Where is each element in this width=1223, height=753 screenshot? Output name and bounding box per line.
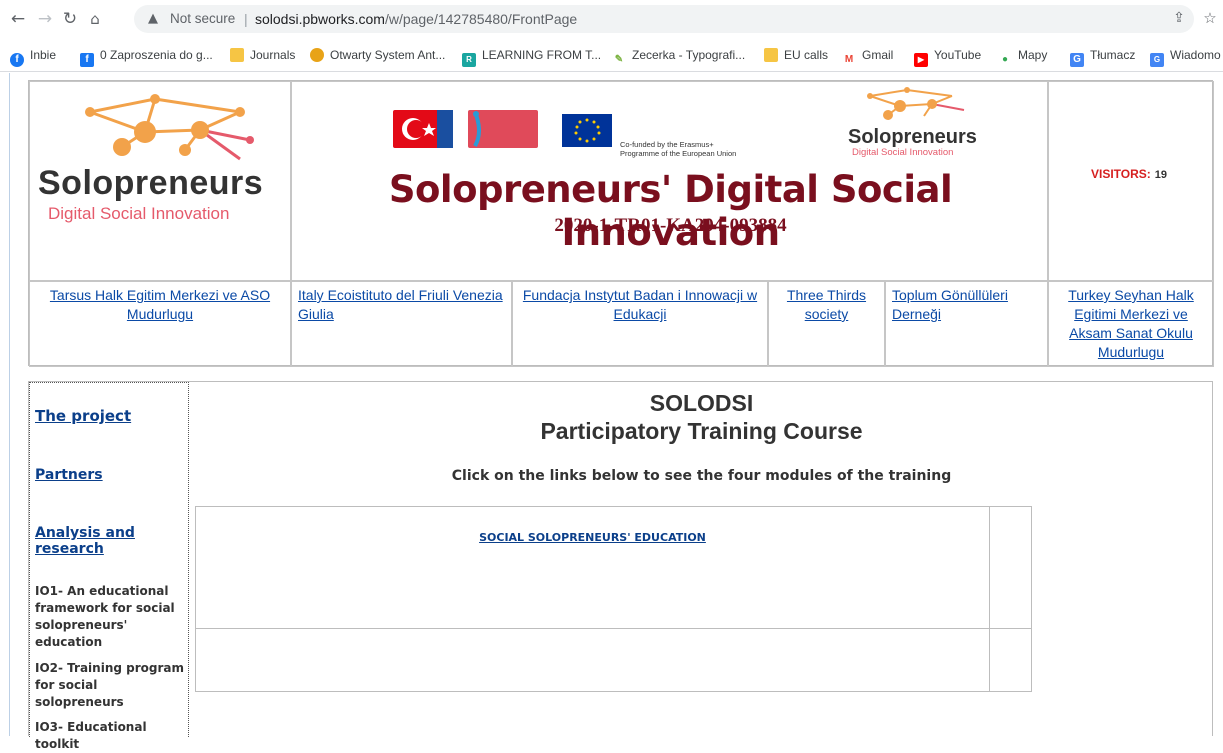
home-icon[interactable]: ⌂ [85, 9, 105, 29]
bookmark-wiadomosci[interactable]: G Wiadomo [1150, 47, 1221, 67]
url-text[interactable]: solodsi.pbworks.com/w/page/142785480/Fro… [255, 11, 577, 27]
partner-link-toplum[interactable]: Toplum Gönüllüleri Derneği [892, 287, 1008, 322]
bookmark-label: EU calls [784, 48, 829, 62]
banner-logo-wordmark: Solopreneurs [848, 126, 977, 148]
content-table: The project Partners Analysis and resear… [28, 381, 1213, 751]
bookmark-label: Wiadomo [1170, 48, 1221, 62]
banner-title: Solopreneurs' Digital Social Innovation [388, 168, 953, 254]
sidebar-item-io2: IO2- Training program for social solopre… [35, 661, 184, 709]
bookmark-label: 0 Zaproszenia do g... [100, 48, 213, 62]
reload-icon[interactable]: ↻ [60, 9, 80, 29]
module-link-social-solopreneurs-education[interactable]: SOCIAL SOLOPRENEURS' EDUCATION [196, 531, 989, 544]
sidebar-link-the-project[interactable]: The project [35, 407, 131, 425]
logo-wordmark: Solopreneurs [38, 164, 264, 202]
partner-link-ecoistituto[interactable]: Italy Ecoistituto del Friuli Venezia Giu… [298, 287, 503, 322]
browser-toolbar: ← → ↻ ⌂ ▲ Not secure | solodsi.pbworks.c… [0, 0, 1223, 38]
visitors-counter: VISITORS: 19 [1091, 167, 1167, 181]
page-left-border [9, 73, 10, 736]
national-agency-logo-icon [468, 110, 538, 148]
sidebar-item-io1: IO1- An educational framework for social… [35, 584, 175, 649]
partner-cell: Toplum Gönüllüleri Derneği [885, 281, 1048, 367]
separator: | [244, 11, 248, 27]
partner-link-three-thirds[interactable]: Three Thirds society [787, 287, 866, 322]
visitors-count: 19 [1154, 169, 1168, 181]
bookmark-label: Otwarty System Ant... [330, 48, 446, 62]
address-bar[interactable]: ▲ Not secure | solodsi.pbworks.com/w/pag… [134, 5, 1194, 33]
visitors-cell: VISITORS: 19 [1048, 81, 1214, 281]
turkey-flag-icon [393, 110, 453, 148]
bookmarks-bar: f Inbie f 0 Zaproszenia do g... Journals O… [0, 38, 1223, 72]
partner-link-seyhan[interactable]: Turkey Seyhan Halk Egitimi Merkezi ve Ak… [1068, 287, 1194, 360]
bookmark-eu-calls[interactable]: EU calls [764, 47, 828, 63]
solopreneurs-logo: Solopreneurs Digital Social Innovation [29, 81, 291, 281]
bookmark-label: YouTube [934, 48, 982, 62]
sidebar-link-partners[interactable]: Partners [35, 467, 103, 483]
eu-flag-icon [562, 114, 612, 147]
partner-link-tarsus[interactable]: Tarsus Halk Egitim Merkezi ve ASO Mudurl… [50, 287, 270, 322]
module-row: SOCIAL SOLOPRENEURS' EDUCATION [196, 507, 1031, 629]
facebook-square-icon: f [80, 53, 94, 67]
partner-cell: Tarsus Halk Egitim Merkezi ve ASO Mudurl… [29, 281, 291, 367]
bookmark-inbie[interactable]: f Inbie [10, 47, 57, 67]
translate-icon: G [1070, 53, 1084, 67]
partner-cell: Italy Ecoistituto del Friuli Venezia Giu… [291, 281, 512, 367]
bookmark-learning[interactable]: R LEARNING FROM T... [462, 47, 602, 67]
bookmark-label: Gmail [862, 48, 894, 62]
folder-icon [764, 48, 778, 62]
bookmark-label: Inbie [30, 48, 57, 62]
gmail-icon: M [842, 53, 856, 67]
zecerka-icon: ✎ [612, 53, 626, 67]
network-graphic-icon [85, 94, 254, 161]
bookmark-tlumacz[interactable]: G Tłumacz [1070, 47, 1136, 67]
url-host[interactable]: solodsi.pbworks.com [255, 11, 385, 27]
visitors-label: VISITORS: [1091, 167, 1151, 181]
bookmark-zecerka[interactable]: ✎ Zecerka - Typografi... [612, 47, 746, 67]
url-path[interactable]: /w/page/142785480/FrontPage [385, 11, 577, 27]
project-code: 2020-1-TR01-KA204-093884 [554, 215, 787, 236]
bookmark-star-icon[interactable]: ☆ [1200, 8, 1220, 28]
partner-cell: Turkey Seyhan Halk Egitimi Merkezi ve Ak… [1048, 281, 1214, 367]
sidebar-link-analysis[interactable]: Analysis and research [35, 525, 188, 557]
bookmark-youtube[interactable]: ▶ YouTube [914, 47, 982, 67]
module-column-divider [989, 507, 990, 691]
modules-table: SOCIAL SOLOPRENEURS' EDUCATION [195, 506, 1032, 692]
rg-icon: R [462, 53, 476, 67]
maps-pin-icon: ● [998, 53, 1012, 67]
news-icon: G [1150, 53, 1164, 67]
bookmark-gmail[interactable]: M Gmail [842, 47, 894, 67]
bookmark-label: Zecerka - Typografi... [632, 48, 746, 62]
youtube-icon: ▶ [914, 53, 928, 67]
bookmark-label: Tłumacz [1090, 48, 1136, 62]
bookmark-journals[interactable]: Journals [230, 47, 295, 63]
share-icon[interactable]: ⇪ [1169, 8, 1189, 28]
logo-tagline: Digital Social Innovation [48, 204, 230, 223]
bookmark-label: Journals [250, 48, 296, 62]
forward-arrow-icon[interactable]: → [35, 9, 55, 29]
header-table: Solopreneurs Digital Social Innovation C… [28, 80, 1214, 367]
project-banner: Co-funded by the Erasmus+ Programme of t… [291, 81, 1048, 281]
page-title: SOLODSI [649, 390, 754, 416]
back-arrow-icon[interactable]: ← [8, 9, 28, 29]
partner-cell: Three Thirds society [768, 281, 885, 367]
not-secure-label[interactable]: Not secure [170, 11, 235, 27]
erasmus-cofunded-text: Co-funded by the Erasmus+ Programme of t… [620, 140, 737, 158]
bookmark-zaproszenia[interactable]: f 0 Zaproszenia do g... [80, 47, 213, 67]
bookmark-mapy[interactable]: ● Mapy [998, 47, 1048, 67]
bookmark-otwarty-system[interactable]: Otwarty System Ant... [310, 47, 445, 63]
partner-link-fundacja[interactable]: Fundacja Instytut Badan i Innowacji w Ed… [523, 287, 757, 322]
page-subtitle: Participatory Training Course [540, 418, 863, 444]
sidebar-item-io3: IO3- Educational toolkit [35, 720, 147, 751]
folder-icon [230, 48, 244, 62]
bookmark-label: LEARNING FROM T... [482, 48, 602, 62]
web-page: Solopreneurs Digital Social Innovation C… [0, 73, 1223, 751]
facebook-round-icon: f [10, 53, 24, 67]
bookmark-label: Mapy [1018, 48, 1048, 62]
warning-triangle-icon[interactable]: ▲ [148, 11, 164, 27]
module-row [196, 629, 1031, 691]
osa-icon [310, 48, 324, 62]
modules-instruction: Click on the links below to see the four… [451, 468, 952, 484]
partner-cell: Fundacja Instytut Badan i Innowacji w Ed… [512, 281, 768, 367]
banner-logo-tagline: Digital Social Innovation [852, 147, 954, 158]
sidebar: The project Partners Analysis and resear… [29, 382, 189, 751]
